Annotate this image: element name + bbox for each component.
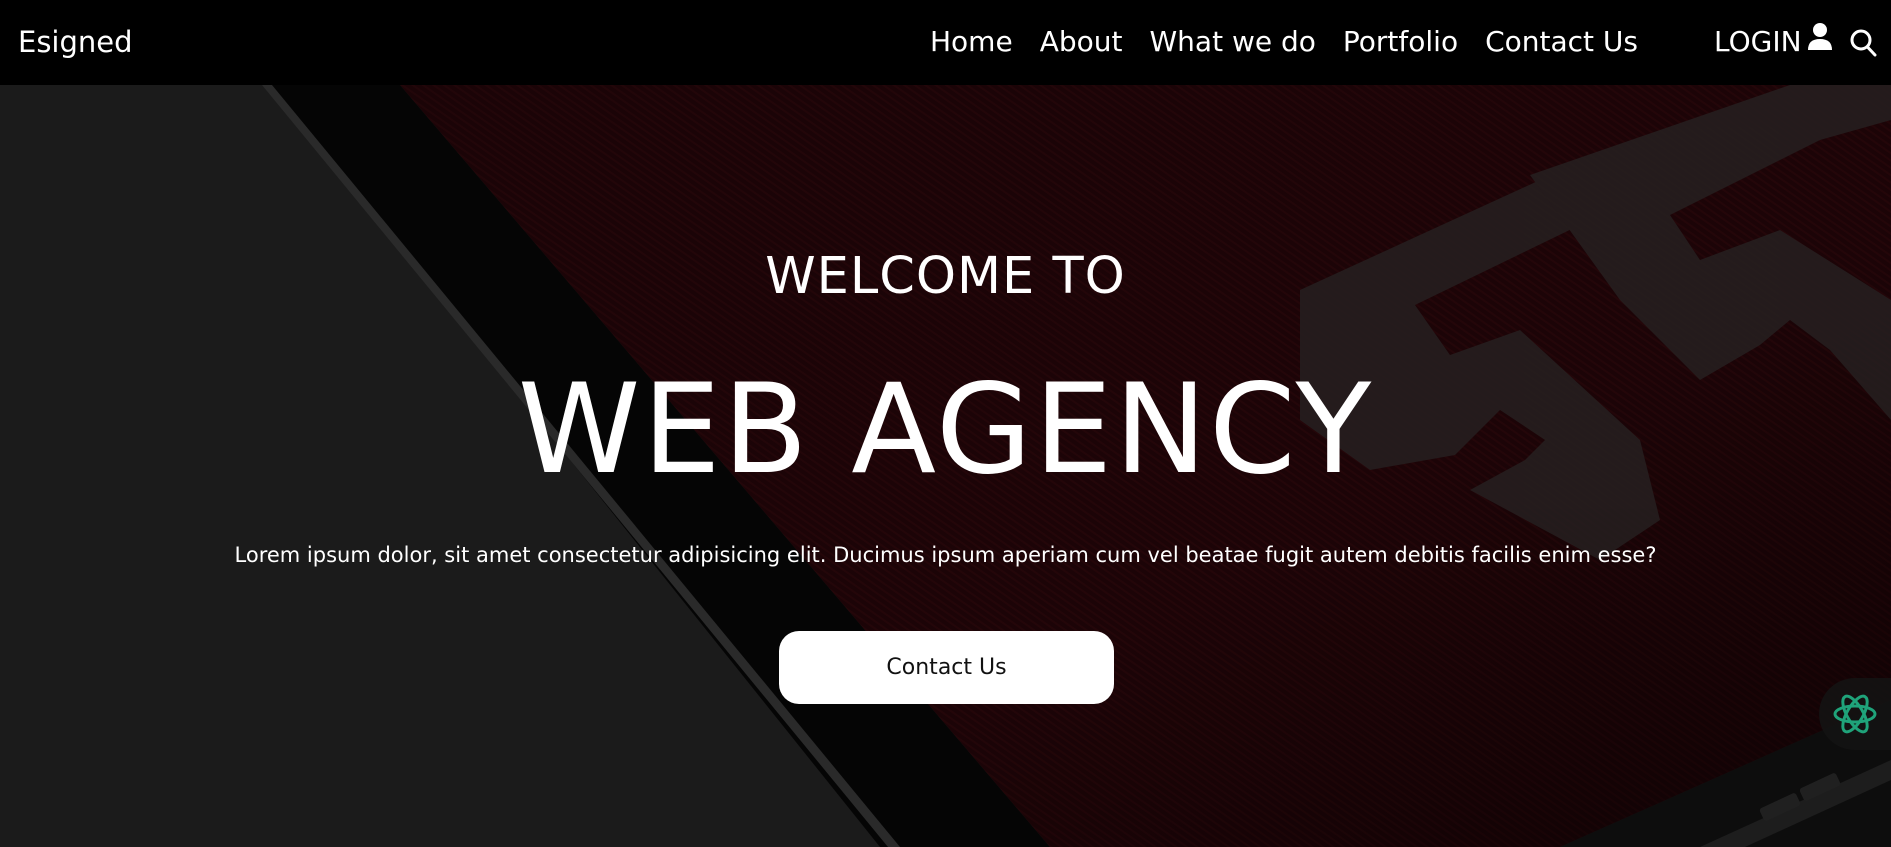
- brand-logo[interactable]: Esigned: [18, 22, 133, 62]
- nav-item-what-we-do: What we do: [1149, 22, 1315, 62]
- nav-link-portfolio[interactable]: Portfolio: [1343, 25, 1458, 58]
- nav-link-what-we-do[interactable]: What we do: [1149, 25, 1315, 58]
- page: Esigned Home About What we do Portfolio …: [0, 0, 1891, 847]
- hero-headline: WEB AGENCY: [517, 358, 1374, 502]
- assistant-badge[interactable]: [1819, 678, 1891, 750]
- nav-item-about: About: [1040, 22, 1123, 62]
- contact-us-button[interactable]: Contact Us: [779, 631, 1114, 704]
- login-link[interactable]: LOGIN: [1714, 22, 1802, 62]
- nav-link-contact-us[interactable]: Contact Us: [1485, 25, 1638, 58]
- user-icon[interactable]: [1807, 22, 1833, 52]
- assistant-knot-icon: [1833, 694, 1877, 734]
- nav-item-home: Home: [930, 22, 1013, 62]
- nav-item-portfolio: Portfolio: [1343, 22, 1458, 62]
- search-icon[interactable]: [1849, 28, 1877, 58]
- hero-lead-text: Lorem ipsum dolor, sit amet consectetur …: [234, 543, 1657, 567]
- hero-welcome-heading: WELCOME TO: [765, 247, 1126, 306]
- hero-section: WELCOME TO WEB AGENCY Lorem ipsum dolor,…: [0, 85, 1891, 847]
- nav-link-about[interactable]: About: [1040, 25, 1123, 58]
- nav-links: Home About What we do Portfolio Contact …: [930, 22, 1638, 62]
- nav-item-contact-us: Contact Us: [1485, 22, 1638, 62]
- nav-link-home[interactable]: Home: [930, 25, 1013, 58]
- navbar: Esigned Home About What we do Portfolio …: [0, 0, 1891, 85]
